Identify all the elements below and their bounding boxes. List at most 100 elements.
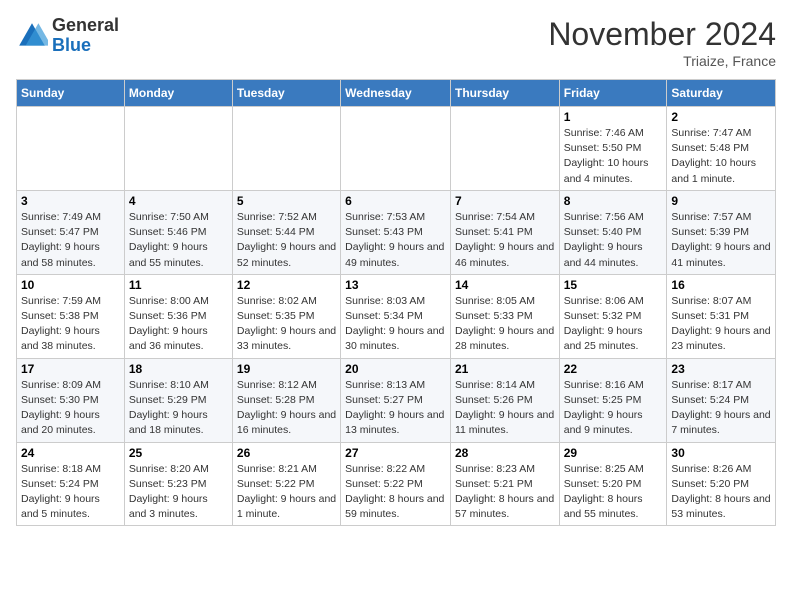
day-cell: 30Sunrise: 8:26 AMSunset: 5:20 PMDayligh… (667, 442, 776, 526)
day-info: Sunrise: 8:02 AMSunset: 5:35 PMDaylight:… (237, 294, 336, 355)
day-number: 24 (21, 446, 120, 460)
day-number: 2 (671, 110, 771, 124)
day-info: Sunrise: 8:26 AMSunset: 5:20 PMDaylight:… (671, 462, 771, 523)
day-cell: 25 Sunrise: 8:20 AMSunset: 5:23 PMDayligh… (124, 442, 232, 526)
day-cell: 14 Sunrise: 8:05 AMSunset: 5:33 PMDayligh… (450, 274, 559, 358)
col-header-sunday: Sunday (17, 80, 125, 107)
logo: General Blue (16, 16, 119, 56)
day-number: 15 (564, 278, 663, 292)
day-number: 9 (671, 194, 771, 208)
day-cell: 12 Sunrise: 8:02 AMSunset: 5:35 PMDayligh… (232, 274, 340, 358)
day-info: Sunrise: 8:25 AMSunset: 5:20 PMDaylight:… (564, 462, 663, 523)
day-info: Sunrise: 7:54 AMSunset: 5:41 PMDaylight:… (455, 210, 555, 271)
week-row-0: 1 Sunrise: 7:46 AMSunset: 5:50 PMDaylight… (17, 107, 776, 191)
day-info: Sunrise: 8:13 AMSunset: 5:27 PMDaylight:… (345, 378, 446, 439)
logo-general: General (52, 16, 119, 36)
day-info: Sunrise: 8:14 AMSunset: 5:26 PMDaylight:… (455, 378, 555, 439)
day-cell: 24 Sunrise: 8:18 AMSunset: 5:24 PMDayligh… (17, 442, 125, 526)
day-info: Sunrise: 8:09 AMSunset: 5:30 PMDaylight:… (21, 378, 120, 439)
day-number: 18 (129, 362, 228, 376)
day-number: 20 (345, 362, 446, 376)
day-number: 19 (237, 362, 336, 376)
day-info: Sunrise: 8:03 AMSunset: 5:34 PMDaylight:… (345, 294, 446, 355)
day-number: 12 (237, 278, 336, 292)
day-info: Sunrise: 8:05 AMSunset: 5:33 PMDaylight:… (455, 294, 555, 355)
day-number: 1 (564, 110, 663, 124)
day-cell: 1 Sunrise: 7:46 AMSunset: 5:50 PMDaylight… (559, 107, 667, 191)
day-info: Sunrise: 7:47 AMSunset: 5:48 PMDaylight:… (671, 126, 771, 187)
day-cell: 9 Sunrise: 7:57 AMSunset: 5:39 PMDaylight… (667, 190, 776, 274)
day-number: 10 (21, 278, 120, 292)
day-info: Sunrise: 7:52 AMSunset: 5:44 PMDaylight:… (237, 210, 336, 271)
day-number: 22 (564, 362, 663, 376)
day-cell: 4 Sunrise: 7:50 AMSunset: 5:46 PMDaylight… (124, 190, 232, 274)
day-info: Sunrise: 7:46 AMSunset: 5:50 PMDaylight:… (564, 126, 663, 187)
day-info: Sunrise: 8:12 AMSunset: 5:28 PMDaylight:… (237, 378, 336, 439)
day-info: Sunrise: 7:57 AMSunset: 5:39 PMDaylight:… (671, 210, 771, 271)
month-title: November 2024 (548, 16, 776, 53)
day-number: 16 (671, 278, 771, 292)
calendar-header-row: SundayMondayTuesdayWednesdayThursdayFrid… (17, 80, 776, 107)
day-cell: 20 Sunrise: 8:13 AMSunset: 5:27 PMDayligh… (341, 358, 451, 442)
day-number: 4 (129, 194, 228, 208)
day-info: Sunrise: 7:59 AMSunset: 5:38 PMDaylight:… (21, 294, 120, 355)
day-cell: 15 Sunrise: 8:06 AMSunset: 5:32 PMDayligh… (559, 274, 667, 358)
day-info: Sunrise: 7:49 AMSunset: 5:47 PMDaylight:… (21, 210, 120, 271)
day-cell: 22 Sunrise: 8:16 AMSunset: 5:25 PMDayligh… (559, 358, 667, 442)
day-cell: 5 Sunrise: 7:52 AMSunset: 5:44 PMDaylight… (232, 190, 340, 274)
week-row-4: 24 Sunrise: 8:18 AMSunset: 5:24 PMDayligh… (17, 442, 776, 526)
day-cell: 11Sunrise: 8:00 AMSunset: 5:36 PMDayligh… (124, 274, 232, 358)
day-cell: 18 Sunrise: 8:10 AMSunset: 5:29 PMDayligh… (124, 358, 232, 442)
day-cell: 21 Sunrise: 8:14 AMSunset: 5:26 PMDayligh… (450, 358, 559, 442)
day-cell: 2 Sunrise: 7:47 AMSunset: 5:48 PMDaylight… (667, 107, 776, 191)
day-number: 21 (455, 362, 555, 376)
day-cell: 8 Sunrise: 7:56 AMSunset: 5:40 PMDaylight… (559, 190, 667, 274)
week-row-3: 17 Sunrise: 8:09 AMSunset: 5:30 PMDayligh… (17, 358, 776, 442)
day-cell: 28Sunrise: 8:23 AMSunset: 5:21 PMDayligh… (450, 442, 559, 526)
week-row-2: 10 Sunrise: 7:59 AMSunset: 5:38 PMDayligh… (17, 274, 776, 358)
day-cell: 16Sunrise: 8:07 AMSunset: 5:31 PMDayligh… (667, 274, 776, 358)
day-info: Sunrise: 8:16 AMSunset: 5:25 PMDaylight:… (564, 378, 663, 439)
day-number: 11 (129, 278, 228, 292)
day-number: 26 (237, 446, 336, 460)
day-cell (124, 107, 232, 191)
day-number: 8 (564, 194, 663, 208)
day-cell: 17 Sunrise: 8:09 AMSunset: 5:30 PMDayligh… (17, 358, 125, 442)
col-header-wednesday: Wednesday (341, 80, 451, 107)
title-block: November 2024 Triaize, France (548, 16, 776, 69)
day-info: Sunrise: 8:18 AMSunset: 5:24 PMDaylight:… (21, 462, 120, 523)
day-info: Sunrise: 8:20 AMSunset: 5:23 PMDaylight:… (129, 462, 228, 523)
day-cell: 3 Sunrise: 7:49 AMSunset: 5:47 PMDaylight… (17, 190, 125, 274)
logo-text: General Blue (52, 16, 119, 56)
col-header-thursday: Thursday (450, 80, 559, 107)
day-info: Sunrise: 7:50 AMSunset: 5:46 PMDaylight:… (129, 210, 228, 271)
calendar-table: SundayMondayTuesdayWednesdayThursdayFrid… (16, 79, 776, 526)
day-info: Sunrise: 8:10 AMSunset: 5:29 PMDaylight:… (129, 378, 228, 439)
day-number: 23 (671, 362, 771, 376)
day-info: Sunrise: 8:21 AMSunset: 5:22 PMDaylight:… (237, 462, 336, 523)
day-number: 29 (564, 446, 663, 460)
day-number: 7 (455, 194, 555, 208)
day-cell: 29 Sunrise: 8:25 AMSunset: 5:20 PMDayligh… (559, 442, 667, 526)
col-header-saturday: Saturday (667, 80, 776, 107)
day-number: 13 (345, 278, 446, 292)
day-info: Sunrise: 8:23 AMSunset: 5:21 PMDaylight:… (455, 462, 555, 523)
col-header-friday: Friday (559, 80, 667, 107)
day-info: Sunrise: 8:06 AMSunset: 5:32 PMDaylight:… (564, 294, 663, 355)
day-info: Sunrise: 7:53 AMSunset: 5:43 PMDaylight:… (345, 210, 446, 271)
day-number: 5 (237, 194, 336, 208)
day-number: 6 (345, 194, 446, 208)
day-cell (450, 107, 559, 191)
day-number: 17 (21, 362, 120, 376)
page-header: General Blue November 2024 Triaize, Fran… (16, 16, 776, 69)
day-number: 25 (129, 446, 228, 460)
day-number: 3 (21, 194, 120, 208)
day-cell: 10 Sunrise: 7:59 AMSunset: 5:38 PMDayligh… (17, 274, 125, 358)
col-header-monday: Monday (124, 80, 232, 107)
day-cell: 26 Sunrise: 8:21 AMSunset: 5:22 PMDayligh… (232, 442, 340, 526)
day-number: 14 (455, 278, 555, 292)
week-row-1: 3 Sunrise: 7:49 AMSunset: 5:47 PMDaylight… (17, 190, 776, 274)
day-cell: 27Sunrise: 8:22 AMSunset: 5:22 PMDayligh… (341, 442, 451, 526)
day-info: Sunrise: 7:56 AMSunset: 5:40 PMDaylight:… (564, 210, 663, 271)
day-cell: 19 Sunrise: 8:12 AMSunset: 5:28 PMDayligh… (232, 358, 340, 442)
